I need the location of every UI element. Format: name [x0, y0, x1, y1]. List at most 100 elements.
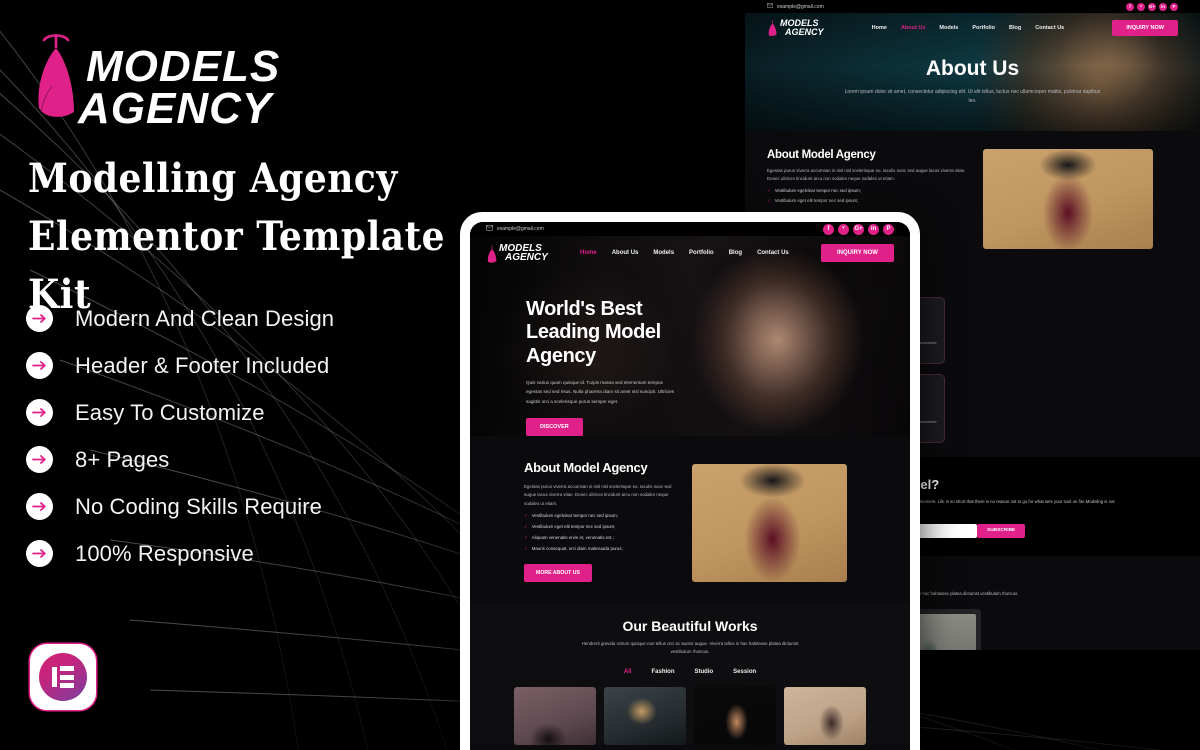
device-screen: example@gmail.com f ᵛ G+ in P MODELS AGE… — [470, 222, 910, 750]
twitter-icon[interactable]: ᵛ — [838, 223, 849, 235]
home-about-bullet: ✓ Vestibulum eget elit tempor nec sed ips… — [524, 524, 616, 530]
about-topbar: example@gmail.com f ᵛ G+ in P — [745, 0, 1200, 13]
about-hero-paragraph: Lorem ipsum dolor sit amet, consectetur … — [844, 89, 1101, 104]
works-filter-session[interactable]: Session — [733, 669, 756, 675]
discover-button[interactable]: DISCOVER — [526, 417, 583, 436]
home-nav-item-blog[interactable]: Blog — [729, 250, 742, 256]
about-navbar: MODELS AGENCY Home About Us Models Portf… — [745, 13, 1200, 43]
works-filter-tabs: All Fashion Studio Session — [486, 669, 894, 675]
about-nav-item-contact[interactable]: Contact Us — [1035, 25, 1064, 31]
feature-label: Easy To Customize — [75, 399, 265, 425]
elementor-bar — [60, 683, 75, 688]
home-nav-item-home[interactable]: Home — [580, 250, 597, 256]
about-inquiry-now-button[interactable]: INQUIRY NOW — [1112, 20, 1178, 36]
brand-logo: MODELS AGENCY — [30, 28, 281, 134]
home-about-bullet: ✓ Mauris consequat, orci diam malesuada p… — [524, 546, 623, 552]
feature-item: Modern And Clean Design — [26, 295, 334, 342]
promo-title-line1: Modelling Agency — [28, 155, 398, 202]
about-nav-menu: Home About Us Models Portfolio Blog Cont… — [872, 25, 1065, 31]
home-hero-heading: World's Best Leading Model Agency — [526, 298, 661, 367]
home-about-photo — [692, 464, 847, 582]
home-nav-logo[interactable]: MODELS AGENCY — [486, 243, 548, 263]
feature-list: Modern And Clean Design Header & Footer … — [26, 295, 334, 577]
home-nav-item-portfolio[interactable]: Portfolio — [689, 250, 714, 256]
about-nav-logo[interactable]: MODELS AGENCY — [767, 19, 824, 36]
home-navbar: MODELS AGENCY Home About Us Models Portf… — [470, 236, 910, 270]
about-nav-item-about[interactable]: About Us — [901, 25, 925, 31]
elementor-logo — [30, 644, 96, 710]
works-filter-fashion[interactable]: Fashion — [651, 669, 674, 675]
arrow-right-icon — [26, 493, 53, 520]
check-icon: ✓ — [524, 524, 528, 530]
arrow-right-icon — [26, 305, 53, 332]
about-nav-logo-text: MODELS AGENCY — [780, 19, 824, 36]
elementor-bar-stack — [60, 666, 75, 688]
works-heading: Our Beautiful Works — [622, 618, 758, 635]
brand-logo-line2: AGENCY — [78, 84, 273, 134]
feature-item: No Coding Skills Require — [26, 483, 334, 530]
works-thumbnail[interactable] — [604, 686, 686, 745]
home-email-text: example@gmail.com — [497, 226, 544, 232]
linkedin-icon[interactable]: in — [1159, 2, 1167, 11]
works-thumbnail[interactable] — [514, 686, 596, 745]
about-topbar-email[interactable]: example@gmail.com — [767, 3, 824, 10]
newsletter-subscribe-button[interactable]: SUBSCRIBE — [977, 524, 1026, 539]
home-nav-item-about[interactable]: About Us — [612, 250, 639, 256]
pinterest-icon[interactable]: P — [1170, 2, 1178, 11]
home-about-section: About Model Agency Egestas purus viverra… — [470, 436, 910, 602]
about-section-paragraph: Egestas purus viverra accumsan in nisl n… — [767, 168, 966, 182]
mail-icon — [767, 3, 773, 10]
promo-left-panel: MODELS AGENCY Modelling Agency Elementor… — [0, 0, 470, 750]
home-nav-item-models[interactable]: Models — [653, 250, 674, 256]
home-social-links: f ᵛ G+ in P — [819, 223, 894, 235]
feature-label: 100% Responsive — [75, 540, 254, 566]
works-thumbnail[interactable] — [694, 686, 776, 745]
check-icon: ✓ — [767, 187, 771, 193]
google-plus-icon[interactable]: G+ — [853, 223, 864, 235]
home-nav-item-contact[interactable]: Contact Us — [757, 250, 789, 256]
feature-label: Header & Footer Included — [75, 352, 330, 378]
about-nav-item-home[interactable]: Home — [872, 25, 887, 31]
works-paragraph: Hendrerit gravida rutrum quisque non tel… — [581, 641, 799, 655]
check-icon: ✓ — [524, 535, 528, 541]
elementor-bar — [51, 667, 57, 687]
home-inquiry-now-button[interactable]: INQUIRY NOW — [820, 244, 894, 262]
about-section-heading: About Model Agency — [767, 149, 876, 161]
home-about-bullet: ✓ Aliquam venenatis enim et, venenatis es… — [524, 535, 614, 541]
about-nav-item-models[interactable]: Models — [939, 25, 958, 31]
dress-logo-icon — [767, 20, 778, 37]
arrow-right-icon — [26, 399, 53, 426]
arrow-right-icon — [26, 352, 53, 379]
home-about-paragraph: Egestas purus viverra accumsan in nisl n… — [524, 484, 672, 506]
linkedin-icon[interactable]: in — [868, 223, 879, 235]
feature-item: 100% Responsive — [26, 530, 334, 577]
brand-logo-line1: MODELS — [86, 42, 281, 91]
home-topbar: example@gmail.com f ᵛ G+ in P — [470, 222, 910, 236]
facebook-icon[interactable]: f — [1126, 2, 1134, 11]
works-filter-all[interactable]: All — [624, 669, 632, 675]
home-nav-menu: Home About Us Models Portfolio Blog Cont… — [580, 250, 789, 256]
facebook-icon[interactable]: f — [823, 223, 834, 235]
twitter-icon[interactable]: ᵛ — [1137, 2, 1145, 11]
works-filter-studio[interactable]: Studio — [695, 669, 714, 675]
home-about-heading: About Model Agency — [524, 460, 648, 475]
pinterest-icon[interactable]: P — [883, 223, 894, 235]
about-email-text: example@gmail.com — [777, 3, 824, 10]
dress-logo-icon — [486, 245, 497, 263]
google-plus-icon[interactable]: G+ — [1148, 2, 1156, 11]
about-nav-item-blog[interactable]: Blog — [1009, 25, 1021, 31]
about-bullet: ✓ Vestibulum egelvinar tempor nec sed ips… — [767, 187, 861, 193]
elementor-logo-icon — [39, 653, 87, 701]
works-thumbnail-grid — [486, 686, 894, 745]
home-topbar-email[interactable]: example@gmail.com — [486, 225, 544, 233]
more-about-us-button[interactable]: MORE ABOUT US — [524, 564, 592, 583]
feature-item: Header & Footer Included — [26, 342, 334, 389]
about-nav-item-portfolio[interactable]: Portfolio — [972, 25, 995, 31]
check-icon: ✓ — [524, 513, 528, 519]
arrow-right-icon — [26, 446, 53, 473]
about-section-photo — [983, 149, 1153, 249]
home-works-section: Our Beautiful Works Hendrerit gravida ru… — [470, 602, 910, 745]
check-icon: ✓ — [524, 546, 528, 552]
home-logo-line2: AGENCY — [505, 252, 548, 263]
works-thumbnail[interactable] — [784, 686, 866, 745]
